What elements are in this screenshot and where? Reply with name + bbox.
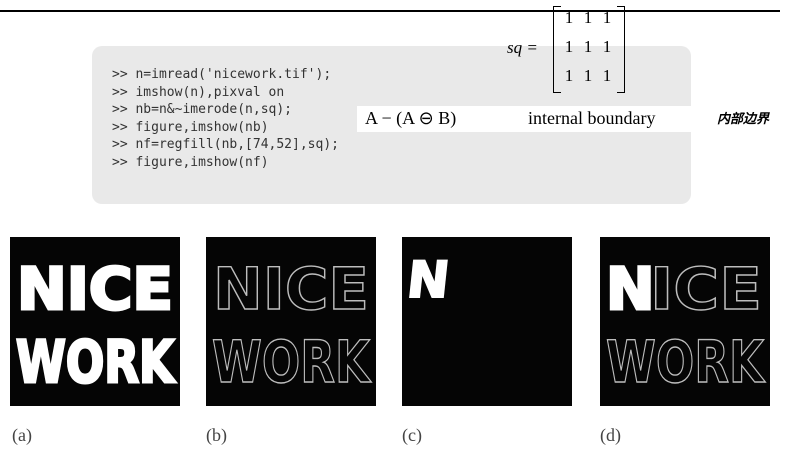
code-line: >> figure,imshow(nf) xyxy=(112,154,269,170)
chinese-note: 内部边界 xyxy=(717,112,770,127)
left-bracket xyxy=(553,6,561,93)
panel-b-image: NICE WORK xyxy=(206,237,376,406)
code-line: >> nf=regfill(nb,[74,52],sq); xyxy=(112,137,339,153)
formula-annotation: A − (A ⊖ B) internal boundary xyxy=(357,106,746,132)
matrix-cell: 1 xyxy=(602,8,612,27)
matrix-cell: 1 xyxy=(583,37,593,56)
panel-text-line2: WORK xyxy=(212,328,372,396)
boundary-description: internal boundary xyxy=(528,108,656,128)
matrix-cell: 1 xyxy=(583,66,593,85)
panel-text-line2: WORK xyxy=(606,328,766,396)
caption-a: (a) xyxy=(12,425,32,445)
code-line: >> imshow(n),pixval on xyxy=(112,84,285,100)
boundary-formula: A − (A ⊖ B) xyxy=(365,108,457,128)
panel-text-line2: WORK xyxy=(16,328,176,396)
matrix-cell: 1 xyxy=(602,37,612,56)
code-line: >> nb=n&~imerode(n,sq); xyxy=(112,102,293,118)
caption-b: (b) xyxy=(206,425,227,445)
matrix-cell: 1 xyxy=(602,66,612,85)
panel-text-outline-rest: ICE xyxy=(650,255,762,323)
panel-a-image: NICE WORK xyxy=(10,237,180,406)
panel-c-image: N xyxy=(402,237,572,406)
right-bracket xyxy=(617,6,625,93)
panel-c-svg: N xyxy=(403,249,453,310)
panel-text-line1: NICE xyxy=(17,255,173,323)
matrix-cell: 1 xyxy=(564,66,574,85)
code-line: >> figure,imshow(nb) xyxy=(112,119,269,135)
panel-b-svg: NICE WORK xyxy=(211,254,372,396)
caption-c: (c) xyxy=(402,425,422,445)
panel-text-line1: N xyxy=(404,250,452,309)
matrix-cell: 1 xyxy=(564,37,574,56)
panel-d-image: N ICE WORK xyxy=(600,237,770,406)
code-line: >> n=imread('nicework.tif'); xyxy=(112,67,332,82)
caption-d: (d) xyxy=(600,425,621,445)
panel-d-svg: N ICE WORK xyxy=(605,254,767,397)
panel-text-filled-letter: N xyxy=(606,255,655,323)
code-listing: >> n=imread('nicework.tif'); >> imshow(n… xyxy=(112,66,339,172)
matrix-cell: 1 xyxy=(564,8,574,27)
panel-text-line1: NICE xyxy=(213,255,369,323)
panel-a-svg: NICE WORK xyxy=(15,254,178,398)
top-rule xyxy=(0,10,780,12)
matrix-cell: 1 xyxy=(583,8,593,27)
matrix-label: sq = xyxy=(507,38,538,57)
